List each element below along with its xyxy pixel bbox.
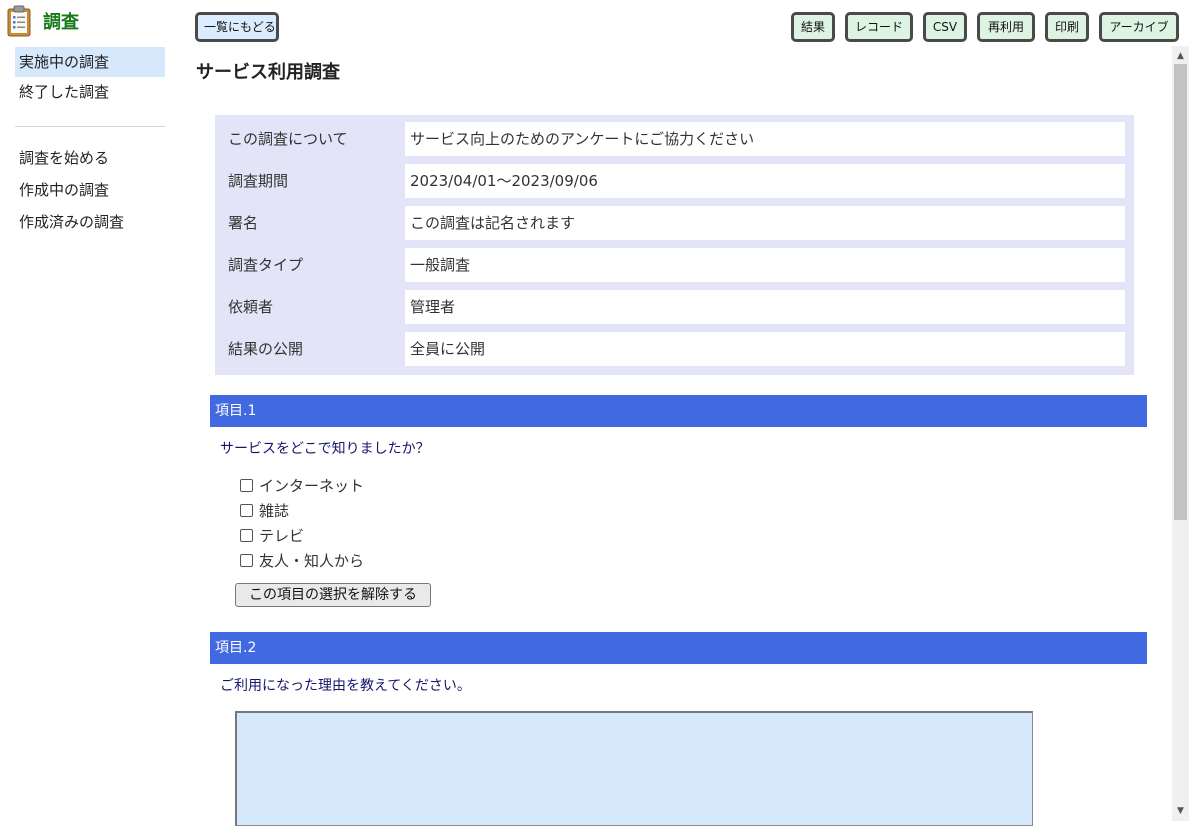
choice-magazine[interactable]: 雑誌 — [240, 498, 364, 523]
archive-button[interactable]: アーカイブ — [1099, 12, 1179, 42]
choice-label: テレビ — [259, 527, 305, 545]
sidebar-nav-status: 実施中の調査 終了した調査 — [15, 47, 165, 107]
scroll-up-arrow-icon[interactable]: ▲ — [1172, 48, 1189, 64]
app-header: 調査 — [6, 4, 79, 38]
sidebar-divider — [15, 126, 165, 127]
info-row-publish: 結果の公開 全員に公開 — [215, 331, 1134, 367]
info-value: この調査は記名されます — [405, 206, 1125, 240]
info-row-signature: 署名 この調査は記名されます — [215, 205, 1134, 241]
choice-internet[interactable]: インターネット — [240, 473, 364, 498]
choice-label: 友人・知人から — [259, 552, 365, 570]
info-label: 依頼者 — [228, 298, 274, 316]
sidebar-item-drafts[interactable]: 作成中の調査 — [15, 174, 165, 206]
sidebar-nav-manage: 調査を始める 作成中の調査 作成済みの調査 — [15, 142, 165, 238]
choice-label: インターネット — [259, 477, 365, 495]
clear-selection-button[interactable]: この項目の選択を解除する — [235, 583, 431, 607]
scroll-thumb[interactable] — [1174, 64, 1187, 520]
records-button[interactable]: レコード — [845, 12, 913, 42]
item-1-choices: インターネット 雑誌 テレビ 友人・知人から — [240, 473, 364, 573]
item-1-question: サービスをどこで知りましたか？ — [220, 441, 430, 457]
info-label: 署名 — [228, 214, 259, 232]
results-button[interactable]: 結果 — [791, 12, 835, 42]
info-value: 全員に公開 — [405, 332, 1125, 366]
clipboard-icon — [6, 5, 34, 37]
sidebar-item-created[interactable]: 作成済みの調査 — [15, 206, 165, 238]
info-row-period: 調査期間 2023/04/01～2023/09/06 — [215, 163, 1134, 199]
info-row-type: 調査タイプ 一般調査 — [215, 247, 1134, 283]
sidebar: 調査 実施中の調査 終了した調査 調査を始める 作成中の調査 作成済みの調査 — [0, 0, 180, 821]
sidebar-item-active-surveys[interactable]: 実施中の調査 — [15, 47, 165, 77]
info-value: 2023/04/01～2023/09/06 — [405, 164, 1125, 198]
csv-button[interactable]: CSV — [923, 12, 967, 42]
info-value: 管理者 — [405, 290, 1125, 324]
back-to-list-button[interactable]: 一覧にもどる — [195, 12, 279, 42]
info-value: 一般調査 — [405, 248, 1125, 282]
scroll-down-arrow-icon[interactable]: ▼ — [1172, 803, 1189, 819]
choice-friend[interactable]: 友人・知人から — [240, 548, 364, 573]
survey-info-table: この調査について サービス向上のためのアンケートにご協力ください 調査期間 20… — [215, 115, 1134, 375]
reuse-button[interactable]: 再利用 — [977, 12, 1035, 42]
item-2-header: 項目.2 — [210, 632, 1147, 664]
choice-label: 雑誌 — [259, 502, 290, 520]
info-row-requester: 依頼者 管理者 — [215, 289, 1134, 325]
choice-tv[interactable]: テレビ — [240, 523, 364, 548]
answer-textarea[interactable] — [235, 711, 1033, 826]
info-label: 調査タイプ — [228, 256, 304, 274]
checkbox[interactable] — [240, 554, 253, 567]
vertical-scrollbar[interactable]: ▲ ▼ — [1172, 46, 1189, 821]
print-button[interactable]: 印刷 — [1045, 12, 1089, 42]
checkbox[interactable] — [240, 479, 253, 492]
checkbox[interactable] — [240, 529, 253, 542]
info-label: 結果の公開 — [228, 340, 304, 358]
sidebar-item-finished-surveys[interactable]: 終了した調査 — [15, 77, 165, 107]
sidebar-item-start-survey[interactable]: 調査を始める — [15, 142, 165, 174]
info-label: この調査について — [228, 130, 348, 148]
info-value: サービス向上のためのアンケートにご協力ください — [405, 122, 1125, 156]
info-row-about: この調査について サービス向上のためのアンケートにご協力ください — [215, 121, 1134, 157]
item-1-header: 項目.1 — [210, 395, 1147, 427]
app-title: 調査 — [43, 12, 79, 33]
item-2-question: ご利用になった理由を教えてください。 — [220, 678, 471, 694]
page-title: サービス利用調査 — [196, 62, 340, 83]
info-label: 調査期間 — [228, 172, 289, 190]
checkbox[interactable] — [240, 504, 253, 517]
